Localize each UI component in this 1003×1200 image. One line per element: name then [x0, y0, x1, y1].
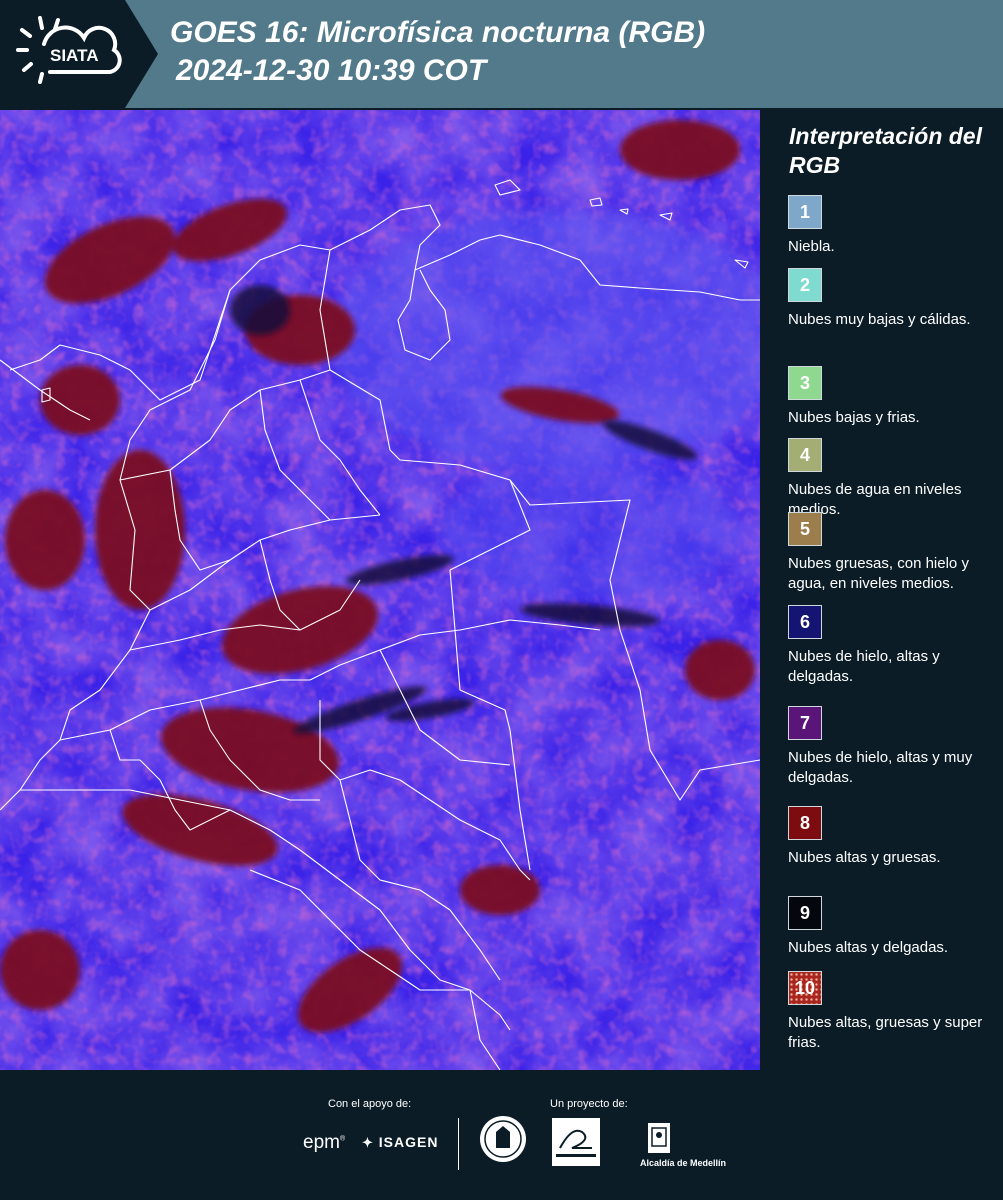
legend-swatch: 3: [788, 366, 822, 400]
header-bar: SIATA GOES 16: Microfísica nocturna (RGB…: [0, 0, 1003, 108]
legend-swatch: 6: [788, 605, 822, 639]
support-label: Con el apoyo de:: [328, 1098, 412, 1110]
alcaldia-crest-icon: [648, 1123, 670, 1153]
legend-item: 6 Nubes de hielo, altas y delgadas.: [788, 605, 993, 687]
legend-swatch: 2: [788, 268, 822, 302]
area-metropolitana-logo: [552, 1118, 600, 1166]
legend-label: Nubes altas y delgadas.: [788, 939, 949, 956]
legend-label: Niebla.: [788, 238, 835, 255]
legend-swatch: 7: [788, 706, 822, 740]
legend-item: 1 Niebla.: [788, 195, 993, 257]
page-title: GOES 16: Microfísica nocturna (RGB): [170, 16, 706, 49]
legend-item: 2 Nubes muy bajas y cálidas.: [788, 268, 993, 330]
footer: Con el apoyo de: Un proyecto de: epm® ✦ …: [0, 1070, 1003, 1200]
legend-label: Nubes bajas y frias.: [788, 409, 920, 426]
legend-item: 3 Nubes bajas y frias.: [788, 366, 993, 428]
project-label: Un proyecto de:: [550, 1098, 628, 1110]
gobernacion-seal-icon: [480, 1116, 526, 1162]
legend-label: Nubes de hielo, altas y muy delgadas.: [788, 749, 973, 786]
satellite-map[interactable]: [0, 110, 760, 1070]
legend-item: 4 Nubes de agua en niveles medios.: [788, 438, 993, 520]
legend-panel: Interpretación del RGB 1 Niebla. 2 Nubes mu…: [760, 110, 1003, 1070]
legend-item: 5 Nubes gruesas, con hielo y agua, en niv…: [788, 512, 993, 594]
legend-label: Nubes altas y gruesas.: [788, 849, 941, 866]
legend-swatch: 4: [788, 438, 822, 472]
legend-swatch: 8: [788, 806, 822, 840]
legend-swatch: 9: [788, 896, 822, 930]
legend-swatch: 1: [788, 195, 822, 229]
legend-swatch: 10: [788, 971, 822, 1005]
epm-logo: epm®: [303, 1132, 346, 1153]
isagen-logo: ✦ ISAGEN: [362, 1134, 438, 1151]
legend-title: Interpretación del RGB: [789, 123, 982, 178]
isagen-icon: ✦: [362, 1135, 374, 1150]
legend-item: 7 Nubes de hielo, altas y muy delgadas.: [788, 706, 993, 788]
legend-label: Nubes altas, gruesas y super frias.: [788, 1014, 983, 1051]
alcaldia-label: Alcaldía de Medellín: [640, 1158, 727, 1168]
page-timestamp: 2024-12-30 10:39 COT: [176, 54, 487, 87]
siata-wordmark: SIATA: [50, 46, 98, 65]
legend-label: Nubes muy bajas y cálidas.: [788, 311, 971, 328]
legend-item: 8 Nubes altas y gruesas.: [788, 806, 993, 868]
legend-item: 10 Nubes altas, gruesas y super frias.: [788, 971, 993, 1053]
legend-label: Nubes de hielo, altas y delgadas.: [788, 648, 940, 685]
legend-swatch: 5: [788, 512, 822, 546]
footer-divider: [458, 1118, 459, 1170]
siata-logo: SIATA: [0, 0, 160, 108]
epm-wordmark: epm: [303, 1132, 340, 1153]
legend-item: 9 Nubes altas y delgadas.: [788, 896, 993, 958]
isagen-wordmark: ISAGEN: [378, 1134, 439, 1150]
legend-label: Nubes gruesas, con hielo y agua, en nive…: [788, 555, 969, 592]
